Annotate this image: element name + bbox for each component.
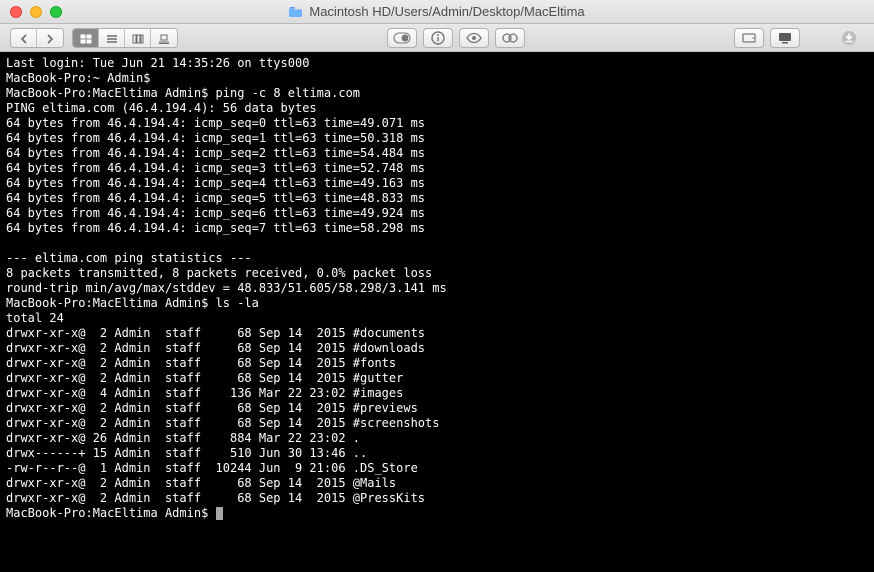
folder-icon [289,6,303,17]
minimize-button[interactable] [30,6,42,18]
terminal-prompt: MacBook-Pro:MacEltima Admin$ [6,296,208,310]
ls-row: -rw-r--r--@ 1 Admin staff 10244 Jun 9 21… [6,461,418,475]
terminal-button[interactable] [770,28,800,48]
terminal-line: PING eltima.com (46.4.194.4): 56 data by… [6,101,317,115]
terminal-prompt: MacBook-Pro:~ Admin$ [6,71,151,85]
forward-button[interactable] [37,29,63,48]
terminal-line: 64 bytes from 46.4.194.4: icmp_seq=4 ttl… [6,176,425,190]
column-view-button[interactable] [125,29,151,48]
ls-row: drwxr-xr-x@ 2 Admin staff 68 Sep 14 2015… [6,491,425,505]
terminal-line: total 24 [6,311,64,325]
info-button[interactable] [423,28,453,48]
window-title-text: Macintosh HD/Users/Admin/Desktop/MacElti… [309,4,584,19]
quicklook-button[interactable] [459,28,489,48]
terminal-output[interactable]: Last login: Tue Jun 21 14:35:26 on ttys0… [0,52,874,572]
terminal-line: --- eltima.com ping statistics --- [6,251,252,265]
ls-row: drwxr-xr-x@ 2 Admin staff 68 Sep 14 2015… [6,326,425,340]
window-title: Macintosh HD/Users/Admin/Desktop/MacElti… [289,4,584,19]
terminal-line: Last login: Tue Jun 21 14:35:26 on ttys0… [6,56,309,70]
terminal-line: 8 packets transmitted, 8 packets receive… [6,266,432,280]
window-titlebar: Macintosh HD/Users/Admin/Desktop/MacElti… [0,0,874,24]
window-controls [10,6,62,18]
ls-row: drwxr-xr-x@ 26 Admin staff 884 Mar 22 23… [6,431,360,445]
terminal-cursor [216,507,223,520]
download-button[interactable] [834,28,864,48]
drive-button[interactable] [734,28,764,48]
coverflow-view-button[interactable] [151,29,177,48]
toolbar [0,24,874,52]
terminal-prompt: MacBook-Pro:MacEltima Admin$ [6,86,208,100]
terminal-line: 64 bytes from 46.4.194.4: icmp_seq=1 ttl… [6,131,425,145]
ls-row: drwx------+ 15 Admin staff 510 Jun 30 13… [6,446,367,460]
ls-row: drwxr-xr-x@ 2 Admin staff 68 Sep 14 2015… [6,341,425,355]
ls-row: drwxr-xr-x@ 2 Admin staff 68 Sep 14 2015… [6,401,418,415]
terminal-line: 64 bytes from 46.4.194.4: icmp_seq=7 ttl… [6,221,425,235]
terminal-line: 64 bytes from 46.4.194.4: icmp_seq=5 ttl… [6,191,425,205]
terminal-line: round-trip min/avg/max/stddev = 48.833/5… [6,281,447,295]
toggle-visibility-button[interactable] [387,28,417,48]
terminal-line: 64 bytes from 46.4.194.4: icmp_seq=6 ttl… [6,206,425,220]
ls-row: drwxr-xr-x@ 2 Admin staff 68 Sep 14 2015… [6,416,439,430]
center-toolbar-group [387,28,525,48]
ls-row: drwxr-xr-x@ 2 Admin staff 68 Sep 14 2015… [6,371,403,385]
maximize-button[interactable] [50,6,62,18]
close-button[interactable] [10,6,22,18]
terminal-line: 64 bytes from 46.4.194.4: icmp_seq=2 ttl… [6,146,425,160]
terminal-command: ls -la [216,296,259,310]
ls-row: drwxr-xr-x@ 4 Admin staff 136 Mar 22 23:… [6,386,403,400]
terminal-line: 64 bytes from 46.4.194.4: icmp_seq=0 ttl… [6,116,425,130]
list-view-button[interactable] [99,29,125,48]
nav-segment [10,28,64,48]
view-segment [72,28,178,48]
icon-view-button[interactable] [73,29,99,48]
terminal-prompt: MacBook-Pro:MacEltima Admin$ [6,506,208,520]
compare-button[interactable] [495,28,525,48]
back-button[interactable] [11,29,37,48]
terminal-line: 64 bytes from 46.4.194.4: icmp_seq=3 ttl… [6,161,425,175]
right-toolbar-group [734,28,800,48]
ls-row: drwxr-xr-x@ 2 Admin staff 68 Sep 14 2015… [6,476,396,490]
ls-row: drwxr-xr-x@ 2 Admin staff 68 Sep 14 2015… [6,356,396,370]
terminal-command: ping -c 8 eltima.com [216,86,361,100]
